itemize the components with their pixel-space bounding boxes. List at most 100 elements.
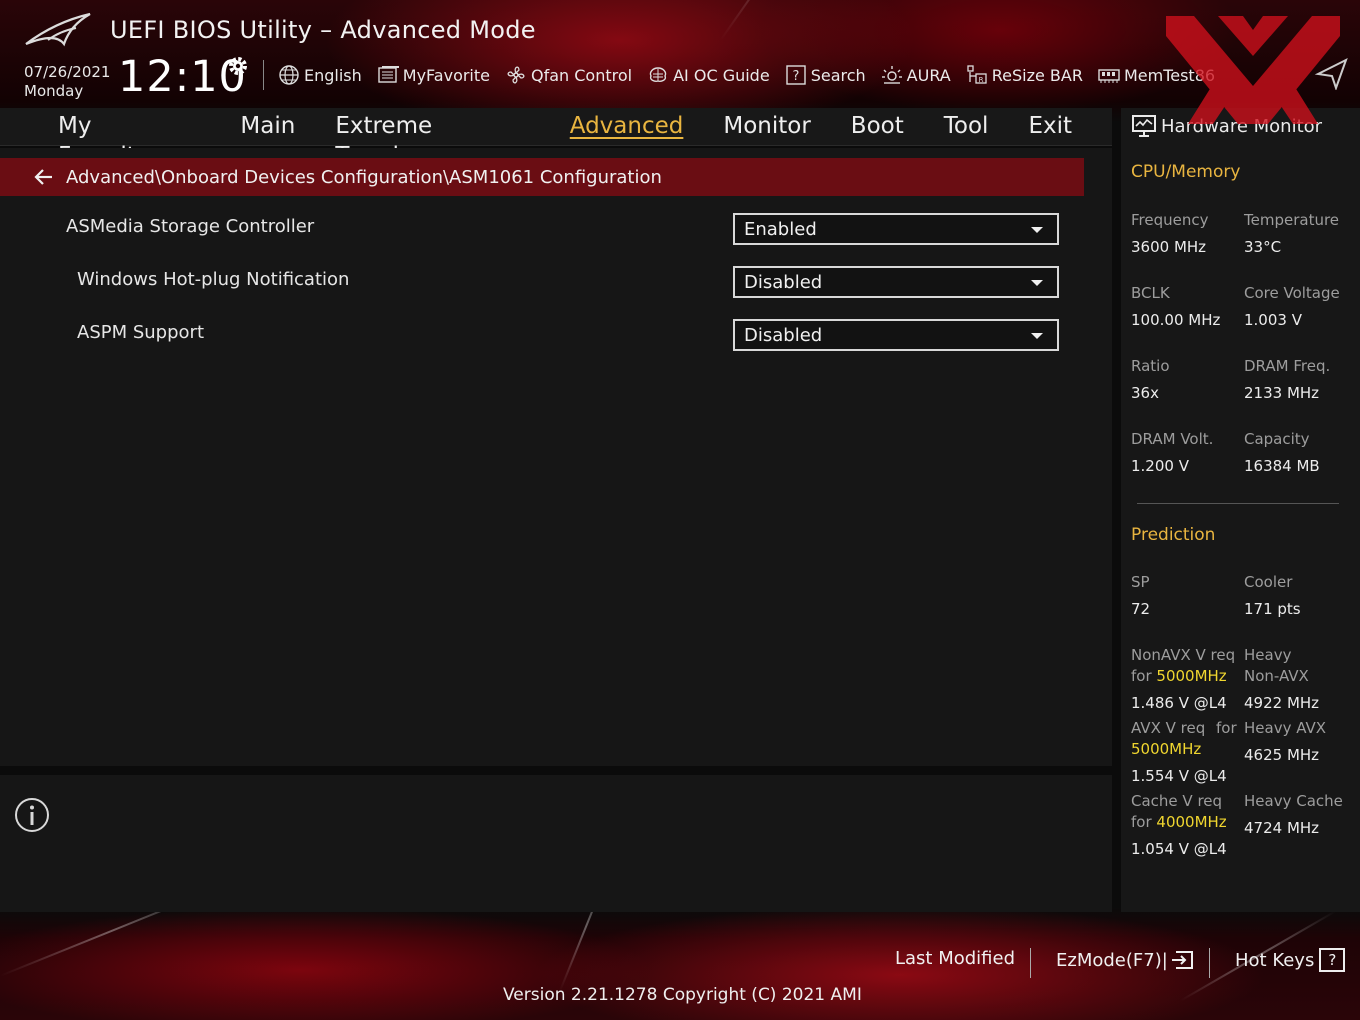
hardware-monitor-title: Hardware Monitor <box>1131 114 1322 138</box>
heavy-nonavx-label-1: Heavy <box>1244 646 1292 664</box>
resize-bar-icon: R <box>967 65 987 84</box>
cache-for-line: for 4000MHz <box>1131 812 1227 833</box>
settings-content: Advanced\Onboard Devices Configuration\A… <box>0 148 1112 766</box>
sp-value: 72 <box>1131 600 1151 618</box>
help-search-icon: ? <box>785 65 806 85</box>
dram-volt-label: DRAM Volt. <box>1131 430 1214 448</box>
ai-oc-guide-button[interactable]: AI OC Guide <box>647 64 770 86</box>
core-voltage-label: Core Voltage <box>1244 284 1340 302</box>
chevron-down-icon <box>1031 333 1043 339</box>
divider <box>1137 503 1339 504</box>
help-info-panel <box>0 772 1112 912</box>
resize-bar-label: ReSize BAR <box>991 65 1083 85</box>
ezmode-label: EzMode(F7)| <box>1056 949 1168 971</box>
chevron-down-icon <box>1031 227 1043 233</box>
chevron-down-icon <box>1031 280 1043 286</box>
dram-freq-value: 2133 MHz <box>1244 384 1320 402</box>
fan-icon <box>507 66 525 84</box>
for-text: for <box>1131 667 1152 685</box>
nonavx-vreq-label: NonAVX V req <box>1131 646 1236 664</box>
frequency-value: 3600 MHz <box>1131 238 1207 256</box>
cooler-value: 171 pts <box>1244 600 1301 618</box>
core-voltage-value: 1.003 V <box>1244 311 1302 329</box>
help-key-icon: ? <box>1319 948 1346 972</box>
language-button[interactable]: English <box>278 64 362 86</box>
resize-bar-button[interactable]: R ReSize BAR <box>966 64 1083 86</box>
rog-logo <box>25 12 91 47</box>
dram-volt-value: 1.200 V <box>1131 457 1189 475</box>
qfan-control-label: Qfan Control <box>531 65 633 85</box>
language-label: English <box>304 65 362 85</box>
memtest-button[interactable]: MemTest86 <box>1098 64 1215 86</box>
cache-vreq-value: 1.054 V @L4 <box>1131 840 1227 858</box>
setting-row-windows-hotplug[interactable]: Windows Hot-plug Notification Disabled <box>0 261 1084 301</box>
memory-module-icon <box>1098 69 1120 83</box>
back-arrow-icon[interactable] <box>32 165 56 189</box>
cache-vreq-label: Cache V req <box>1131 792 1223 810</box>
breadcrumb[interactable]: Advanced\Onboard Devices Configuration\A… <box>0 158 1084 196</box>
temperature-label: Temperature <box>1244 211 1340 229</box>
heavy-cache-label: Heavy Cache <box>1244 792 1343 810</box>
avx-for-text: for <box>1216 719 1237 737</box>
divider <box>263 60 264 90</box>
hardware-monitor-label: Hardware Monitor <box>1161 115 1323 137</box>
qfan-control-button[interactable]: Qfan Control <box>505 64 632 86</box>
page-title: UEFI BIOS Utility – Advanced Mode <box>110 16 536 44</box>
monitor-icon <box>1132 115 1156 137</box>
avx-target-freq: 5000MHz <box>1131 740 1202 758</box>
ratio-value: 36x <box>1131 384 1159 402</box>
ezmode-button[interactable]: EzMode(F7)| <box>1056 948 1196 972</box>
heavy-cache-value: 4724 MHz <box>1244 819 1320 837</box>
myfavorite-label: MyFavorite <box>402 65 490 85</box>
memtest-label: MemTest86 <box>1123 65 1216 85</box>
divider <box>1209 948 1210 978</box>
setting-label: ASMedia Storage Controller <box>66 216 315 237</box>
bclk-label: BCLK <box>1131 284 1170 302</box>
frequency-label: Frequency <box>1131 211 1209 229</box>
setting-row-asmedia-storage-controller[interactable]: ASMedia Storage Controller Enabled <box>0 208 1084 248</box>
search-button[interactable]: ? Search <box>785 64 866 86</box>
heavy-avx-value: 4625 MHz <box>1244 746 1320 764</box>
bclk-value: 100.00 MHz <box>1131 311 1221 329</box>
heavy-nonavx-label-2: Non-AVX <box>1244 667 1309 685</box>
toolbar: English MyFavorite Qfan Control AI OC Gu… <box>278 60 1230 90</box>
date-display[interactable]: 07/26/2021 Monday <box>24 63 110 101</box>
myfavorite-button[interactable]: MyFavorite <box>377 64 490 86</box>
aspm-support-select[interactable]: Disabled <box>733 319 1059 351</box>
header: UEFI BIOS Utility – Advanced Mode 07/26/… <box>0 0 1360 108</box>
globe-icon <box>279 65 299 85</box>
cpu-memory-heading: CPU/Memory <box>1131 162 1241 182</box>
breadcrumb-path: Advanced\Onboard Devices Configuration\A… <box>66 166 662 188</box>
sp-label: SP <box>1131 573 1150 591</box>
setting-row-aspm-support[interactable]: ASPM Support Disabled <box>0 314 1084 354</box>
day-text: Monday <box>24 82 84 100</box>
capacity-label: Capacity <box>1244 430 1310 448</box>
nonavx-vreq-value: 1.486 V @L4 <box>1131 694 1227 712</box>
hot-keys-label: Hot Keys <box>1235 949 1315 971</box>
aura-button[interactable]: AURA <box>881 64 951 86</box>
last-modified-button[interactable]: Last Modified <box>895 948 1015 969</box>
for-text: for <box>1131 813 1152 831</box>
ai-oc-guide-label: AI OC Guide <box>673 65 770 85</box>
avx-vreq-value: 1.554 V @L4 <box>1131 767 1227 785</box>
cache-target-freq: 4000MHz <box>1156 813 1227 831</box>
nonavx-for-line: for 5000MHz <box>1131 666 1227 687</box>
version-text: Version 2.21.1278 Copyright (C) 2021 AMI <box>503 985 862 1005</box>
dram-freq-label: DRAM Freq. <box>1244 357 1331 375</box>
svg-text:R: R <box>978 76 983 84</box>
date-text: 07/26/2021 <box>24 63 111 81</box>
brain-chip-icon <box>649 67 667 82</box>
avx-vreq-label: AVX V req <box>1131 719 1206 737</box>
exit-to-ezmode-icon <box>1171 951 1193 969</box>
last-modified-label: Last Modified <box>895 948 1016 969</box>
search-label: Search <box>810 65 866 85</box>
cursor-icon <box>1314 57 1348 90</box>
ratio-label: Ratio <box>1131 357 1170 375</box>
windows-hotplug-notification-select[interactable]: Disabled <box>733 266 1059 298</box>
aura-light-icon <box>881 66 902 84</box>
asmedia-storage-controller-select[interactable]: Enabled <box>733 213 1059 245</box>
temperature-value: 33°C <box>1244 238 1282 256</box>
main-nav: My Favorites Main Extreme Tweaker Advanc… <box>0 108 1112 169</box>
gear-icon[interactable] <box>226 54 250 78</box>
hot-keys-button[interactable]: Hot Keys ? <box>1235 948 1346 972</box>
